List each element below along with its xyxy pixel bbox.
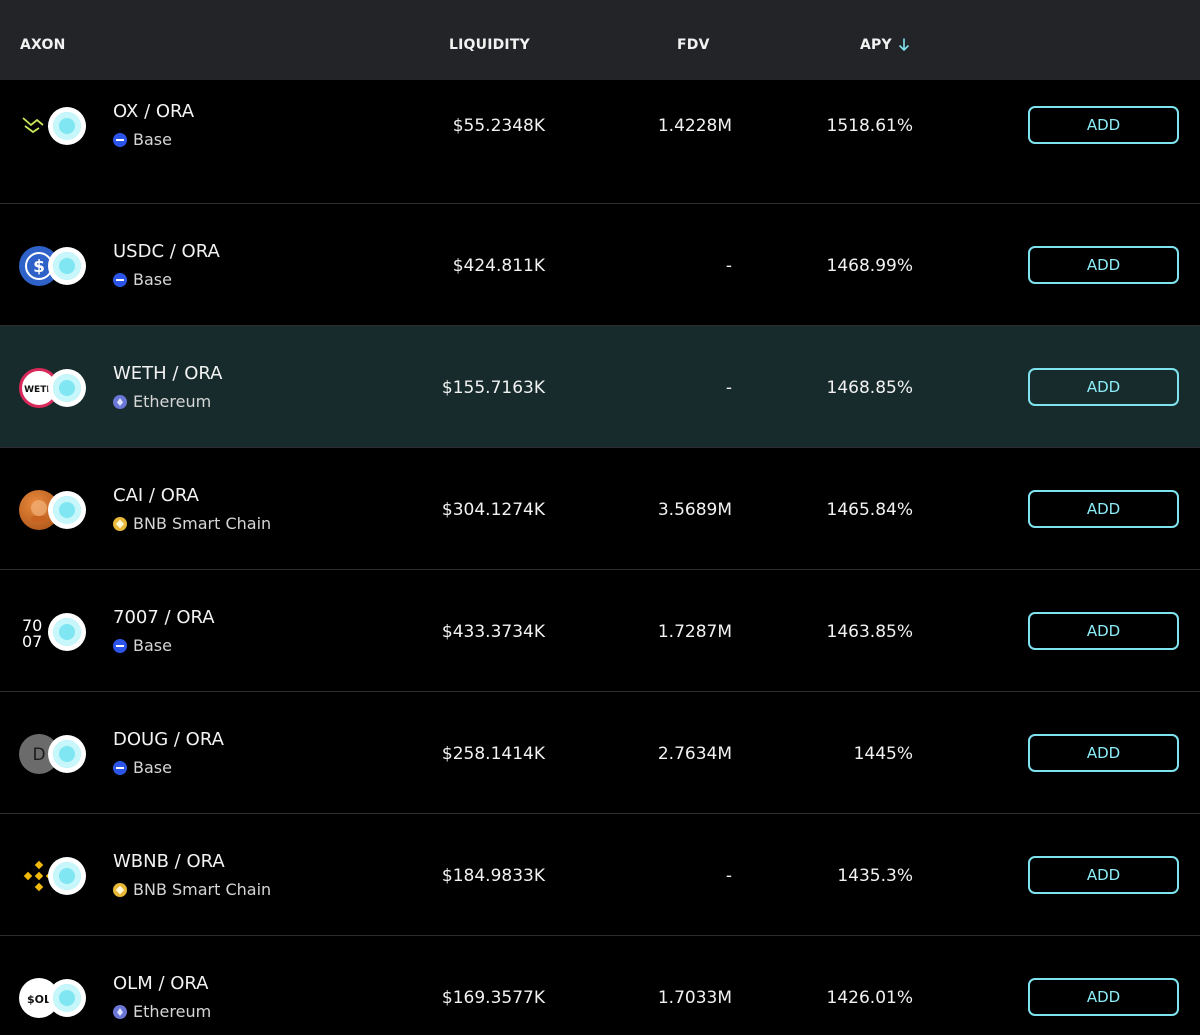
ora-icon — [48, 247, 86, 285]
add-liquidity-button[interactable]: ADD — [1028, 490, 1179, 528]
fdv-value: 1.4228M — [657, 116, 732, 136]
apy-value: 1435.3% — [837, 866, 913, 886]
ethereum-chain-icon — [113, 1005, 127, 1019]
chain-label: BNB Smart Chain — [113, 514, 271, 534]
pools-table: AXON LIQUIDITY FDV APY OX / ORA Base $55… — [0, 0, 1200, 1035]
apy-value: 1463.85% — [826, 622, 913, 642]
chain-label: Ethereum — [113, 392, 211, 412]
chain-name: Base — [133, 636, 172, 655]
pair-icons — [19, 856, 89, 896]
pair-icons: $ — [19, 246, 89, 286]
chain-label: BNB Smart Chain — [113, 880, 271, 900]
chain-name: Base — [133, 130, 172, 149]
pair-name: 7007 / ORA — [113, 607, 215, 628]
pair-icons: $OL — [19, 978, 89, 1018]
fdv-value: - — [725, 256, 732, 276]
liquidity-value: $304.1274K — [441, 500, 545, 520]
ora-icon — [48, 613, 86, 651]
liquidity-value: $169.3577K — [441, 988, 545, 1008]
chain-name: BNB Smart Chain — [133, 880, 272, 899]
pair-icons: 70 07 — [19, 612, 89, 652]
add-liquidity-button[interactable]: ADD — [1028, 246, 1179, 284]
table-row[interactable]: WBNB / ORA BNB Smart Chain $184.9833K - … — [0, 814, 1200, 936]
chain-label: Ethereum — [113, 1002, 211, 1022]
doug-icon-text: D — [32, 745, 45, 765]
chain-label: Base — [113, 270, 172, 290]
pair-name: USDC / ORA — [113, 241, 220, 262]
table-row[interactable]: OX / ORA Base $55.2348K 1.4228M 1518.61%… — [0, 80, 1200, 204]
table-row[interactable]: $OL OLM / ORA Ethereum $169.3577K 1.7033… — [0, 936, 1200, 1035]
pair-name: OX / ORA — [113, 101, 195, 122]
ora-icon — [48, 369, 86, 407]
table-row[interactable]: $ USDC / ORA Base $424.811K - 1468.99% A… — [0, 204, 1200, 326]
add-liquidity-button[interactable]: ADD — [1028, 978, 1179, 1016]
pair-name: DOUG / ORA — [113, 729, 224, 750]
add-liquidity-button[interactable]: ADD — [1028, 734, 1179, 772]
ora-icon — [48, 979, 86, 1017]
chain-name: BNB Smart Chain — [133, 514, 272, 533]
table-row[interactable]: 70 07 7007 / ORA Base $433.3734K 1.7287M… — [0, 570, 1200, 692]
fdv-value: - — [725, 866, 732, 886]
apy-value: 1465.84% — [826, 500, 913, 520]
add-liquidity-button[interactable]: ADD — [1028, 856, 1179, 894]
base-chain-icon — [113, 761, 127, 775]
chain-label: Base — [113, 130, 172, 150]
base-chain-icon — [113, 273, 127, 287]
liquidity-value: $155.7163K — [441, 378, 545, 398]
svg-text:$: $ — [33, 257, 45, 277]
liquidity-value: $433.3734K — [441, 622, 545, 642]
chain-name: Base — [133, 270, 172, 289]
pair-name: WETH / ORA — [113, 363, 223, 384]
liquidity-value: $258.1414K — [441, 744, 545, 764]
column-header-axon[interactable]: AXON — [20, 36, 66, 54]
arrow-down-icon[interactable] — [898, 38, 910, 52]
fdv-value: - — [725, 378, 732, 398]
apy-value: 1445% — [853, 744, 913, 764]
chain-name: Ethereum — [133, 1002, 212, 1021]
apy-value: 1518.61% — [826, 116, 913, 136]
fdv-value: 2.7634M — [657, 744, 732, 764]
chain-name: Base — [133, 758, 172, 777]
add-liquidity-button[interactable]: ADD — [1028, 612, 1179, 650]
ora-icon — [48, 107, 86, 145]
liquidity-value: $424.811K — [452, 256, 545, 276]
base-chain-icon — [113, 133, 127, 147]
pair-icons: D — [19, 734, 89, 774]
column-header-liquidity[interactable]: LIQUIDITY — [449, 36, 530, 54]
ethereum-chain-icon — [113, 395, 127, 409]
apy-value: 1468.99% — [826, 256, 913, 276]
pair-name: OLM / ORA — [113, 973, 209, 994]
bnb-chain-icon — [113, 883, 127, 897]
add-liquidity-button[interactable]: ADD — [1028, 106, 1179, 144]
column-header-apy-label: APY — [860, 37, 892, 53]
chain-label: Base — [113, 758, 172, 778]
fdv-value: 3.5689M — [657, 500, 732, 520]
bnb-chain-icon — [113, 517, 127, 531]
ora-icon — [48, 491, 86, 529]
table-body: OX / ORA Base $55.2348K 1.4228M 1518.61%… — [0, 80, 1200, 1035]
pair-icons — [19, 490, 89, 530]
fdv-value: 1.7033M — [657, 988, 732, 1008]
ora-icon — [48, 857, 86, 895]
table-row[interactable]: WETH WETH / ORA Ethereum $155.7163K - 14… — [0, 326, 1200, 448]
apy-value: 1426.01% — [826, 988, 913, 1008]
base-chain-icon — [113, 639, 127, 653]
ora-icon — [48, 735, 86, 773]
fdv-value: 1.7287M — [657, 622, 732, 642]
table-row[interactable]: D DOUG / ORA Base $258.1414K 2.7634M 144… — [0, 692, 1200, 814]
table-row[interactable]: CAI / ORA BNB Smart Chain $304.1274K 3.5… — [0, 448, 1200, 570]
liquidity-value: $184.9833K — [441, 866, 545, 886]
column-header-fdv[interactable]: FDV — [677, 36, 710, 54]
chain-name: Ethereum — [133, 392, 212, 411]
pair-name: CAI / ORA — [113, 485, 199, 506]
add-liquidity-button[interactable]: ADD — [1028, 368, 1179, 406]
pair-name: WBNB / ORA — [113, 851, 225, 872]
column-header-apy[interactable]: APY — [860, 36, 910, 54]
pair-icons: WETH — [19, 368, 89, 408]
svg-text:07: 07 — [22, 632, 42, 651]
liquidity-value: $55.2348K — [452, 116, 545, 136]
apy-value: 1468.85% — [826, 378, 913, 398]
chain-label: Base — [113, 636, 172, 656]
pair-icons — [19, 106, 89, 146]
